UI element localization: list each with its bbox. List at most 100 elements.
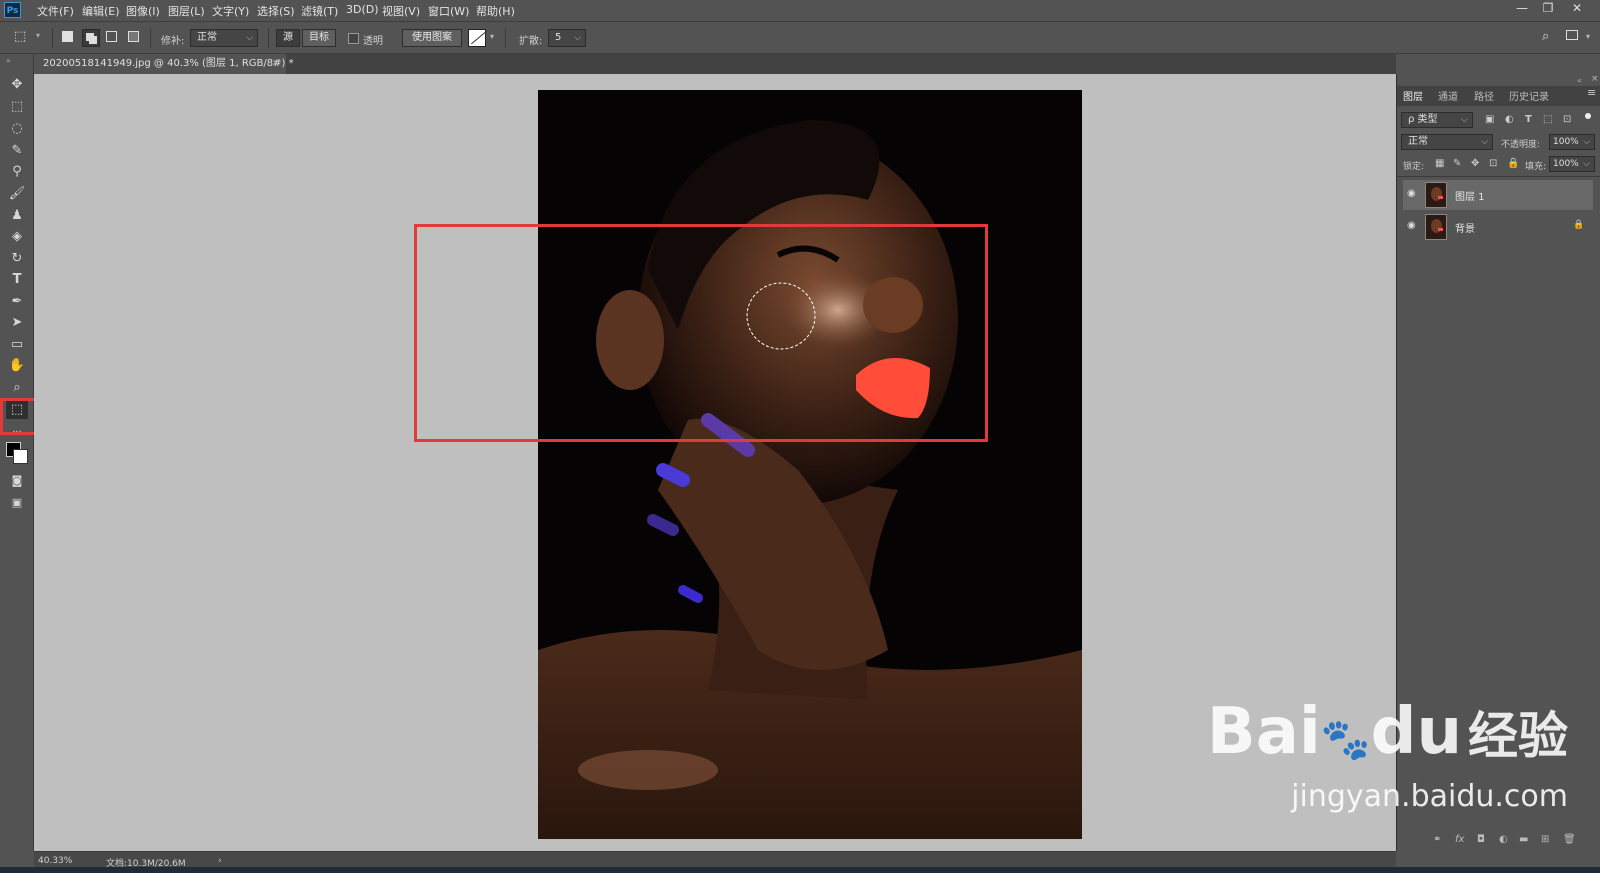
source-button[interactable]: 源 xyxy=(276,29,300,47)
eyedropper-tool-icon[interactable]: ⚲ xyxy=(6,163,28,181)
use-pattern-button[interactable]: 使用图案 xyxy=(402,29,462,47)
panel-collapse-icon[interactable]: « xyxy=(1577,76,1582,85)
menu-layer[interactable]: 图层(L) xyxy=(168,3,205,19)
layer-name[interactable]: 背景 xyxy=(1455,220,1475,235)
lock-label: 锁定: xyxy=(1403,162,1425,172)
background-color-swatch[interactable] xyxy=(13,449,28,464)
subtract-selection-icon[interactable] xyxy=(106,31,117,42)
document-image[interactable] xyxy=(538,90,1082,839)
patch-tool-icon[interactable]: ⬚ xyxy=(14,29,26,44)
zoom-tool-icon[interactable]: ⌕ xyxy=(6,379,28,397)
add-selection-icon[interactable] xyxy=(82,29,100,47)
filter-smart-icon[interactable]: ⊡ xyxy=(1563,114,1571,125)
filter-shape-icon[interactable]: ⬚ xyxy=(1543,114,1552,125)
lock-all-icon[interactable]: 🔒 xyxy=(1507,158,1519,169)
filter-toggle-icon[interactable] xyxy=(1585,113,1591,119)
close-tab-icon[interactable]: × xyxy=(272,54,280,74)
new-selection-icon[interactable] xyxy=(62,31,73,42)
diffusion-select[interactable]: 5 ⌵ xyxy=(548,29,586,47)
layer-row-layer1[interactable]: ◉ 图层 1 xyxy=(1403,180,1593,210)
filter-adjustment-icon[interactable]: ◐ xyxy=(1505,114,1514,125)
filter-type-icon[interactable]: T xyxy=(1525,114,1532,125)
collapse-arrows-icon[interactable]: » xyxy=(6,56,11,65)
intersect-selection-icon[interactable] xyxy=(128,31,139,42)
layer-thumbnail xyxy=(1425,182,1447,208)
lock-position-icon[interactable]: ✥ xyxy=(1471,158,1479,169)
visibility-eye-icon[interactable]: ◉ xyxy=(1407,188,1416,199)
pattern-swatch[interactable] xyxy=(468,29,487,47)
new-group-icon[interactable]: ▬ xyxy=(1519,834,1528,845)
workspace-icon[interactable] xyxy=(1566,30,1578,40)
menu-image[interactable]: 图像(I) xyxy=(126,3,160,19)
fill-input[interactable]: 100% ⌵ xyxy=(1549,156,1595,172)
fill-value: 100% xyxy=(1553,159,1579,169)
menu-select[interactable]: 选择(S) xyxy=(257,3,295,19)
filter-pixel-icon[interactable]: ▣ xyxy=(1485,114,1494,125)
pen-tool-icon[interactable]: ✒ xyxy=(6,293,28,311)
menu-type[interactable]: 文字(Y) xyxy=(212,3,249,19)
workspace-chevron-icon[interactable]: ▾ xyxy=(1586,32,1590,41)
quick-mask-icon[interactable]: ◙ xyxy=(6,472,28,490)
delete-layer-icon[interactable]: 🗑 xyxy=(1563,834,1576,845)
chevron-down-icon: ⌵ xyxy=(246,33,253,43)
visibility-eye-icon[interactable]: ◉ xyxy=(1407,220,1416,231)
menu-view[interactable]: 视图(V) xyxy=(382,3,420,19)
adjustment-layer-icon[interactable]: ◐ xyxy=(1499,834,1508,845)
opacity-value: 100% xyxy=(1553,137,1579,147)
marquee-tool-icon[interactable]: ⬚ xyxy=(6,98,28,116)
screen-mode-icon[interactable]: ▣ xyxy=(6,494,28,512)
move-tool-icon[interactable]: ✥ xyxy=(6,76,28,94)
tab-paths[interactable]: 路径 xyxy=(1474,88,1494,103)
panel-close-icon[interactable]: × xyxy=(1591,74,1599,84)
rectangle-tool-icon[interactable]: ▭ xyxy=(6,336,28,354)
fill-label: 填充: xyxy=(1525,162,1547,172)
opacity-input[interactable]: 100% ⌵ xyxy=(1549,134,1595,150)
menu-file[interactable]: 文件(F) xyxy=(37,3,74,19)
tab-channels[interactable]: 通道 xyxy=(1438,88,1458,103)
status-menu-arrow-icon[interactable]: › xyxy=(218,856,222,866)
fx-icon[interactable]: fx xyxy=(1455,834,1464,845)
lock-pixels-icon[interactable]: ✎ xyxy=(1453,158,1461,169)
target-button[interactable]: 目标 xyxy=(302,29,336,47)
lock-icon: 🔒 xyxy=(1573,220,1585,230)
patch-mode-select[interactable]: 正常 ⌵ xyxy=(190,29,258,47)
layer-row-background[interactable]: ◉ 背景 🔒 xyxy=(1403,212,1593,242)
filter-kind-select[interactable]: ρ 类型 ⌵ xyxy=(1401,112,1473,128)
new-layer-icon[interactable]: ⊞ xyxy=(1541,834,1549,845)
pattern-line xyxy=(471,30,487,45)
menu-help[interactable]: 帮助(H) xyxy=(476,3,515,19)
add-mask-icon[interactable]: ◘ xyxy=(1477,834,1485,845)
history-brush-tool-icon[interactable]: ↻ xyxy=(6,250,28,268)
lock-transparent-icon[interactable]: ▦ xyxy=(1435,158,1444,169)
panel-menu-icon[interactable]: ≡ xyxy=(1587,86,1596,99)
menu-edit[interactable]: 编辑(E) xyxy=(82,3,120,19)
pattern-chevron-icon[interactable]: ▾ xyxy=(490,32,494,41)
menu-window[interactable]: 窗口(W) xyxy=(428,3,469,19)
search-icon[interactable]: ⌕ xyxy=(1542,29,1549,44)
lasso-tool-icon[interactable]: ◌ xyxy=(6,120,28,138)
document-tab[interactable]: 20200518141949.jpg @ 40.3% (图层 1, RGB/8#… xyxy=(34,54,294,74)
tool-preset-chevron-icon[interactable]: ▾ xyxy=(36,31,40,40)
quick-select-tool-icon[interactable]: ✎ xyxy=(6,142,28,160)
blend-mode-select[interactable]: 正常 ⌵ xyxy=(1401,134,1493,150)
layer-name[interactable]: 图层 1 xyxy=(1455,188,1485,203)
restore-icon[interactable]: ❐ xyxy=(1537,1,1559,15)
path-select-tool-icon[interactable]: ➤ xyxy=(6,314,28,332)
brush-tool-icon[interactable]: 🖌 xyxy=(6,185,28,203)
tab-history[interactable]: 历史记录 xyxy=(1509,88,1549,103)
link-layers-icon[interactable]: ⚭ xyxy=(1433,834,1441,845)
stamp-tool-icon[interactable]: ♟ xyxy=(6,207,28,225)
lock-artboard-icon[interactable]: ⊡ xyxy=(1489,158,1497,169)
type-tool-icon[interactable]: T xyxy=(6,271,28,289)
menu-filter[interactable]: 滤镜(T) xyxy=(301,3,338,19)
eraser-tool-icon[interactable]: ◈ xyxy=(6,228,28,246)
hand-tool-icon[interactable]: ✋ xyxy=(6,357,28,375)
transparent-checkbox[interactable] xyxy=(348,33,359,44)
close-window-icon[interactable]: ✕ xyxy=(1566,1,1588,15)
zoom-readout[interactable]: 40.33% xyxy=(38,856,72,866)
menu-3d[interactable]: 3D(D) xyxy=(346,3,379,16)
minimize-icon[interactable]: — xyxy=(1511,1,1533,15)
tab-layers[interactable]: 图层 xyxy=(1403,88,1423,103)
chevron-down-icon: ⌵ xyxy=(574,33,581,43)
photoshop-logo-icon[interactable]: Ps xyxy=(4,2,21,18)
